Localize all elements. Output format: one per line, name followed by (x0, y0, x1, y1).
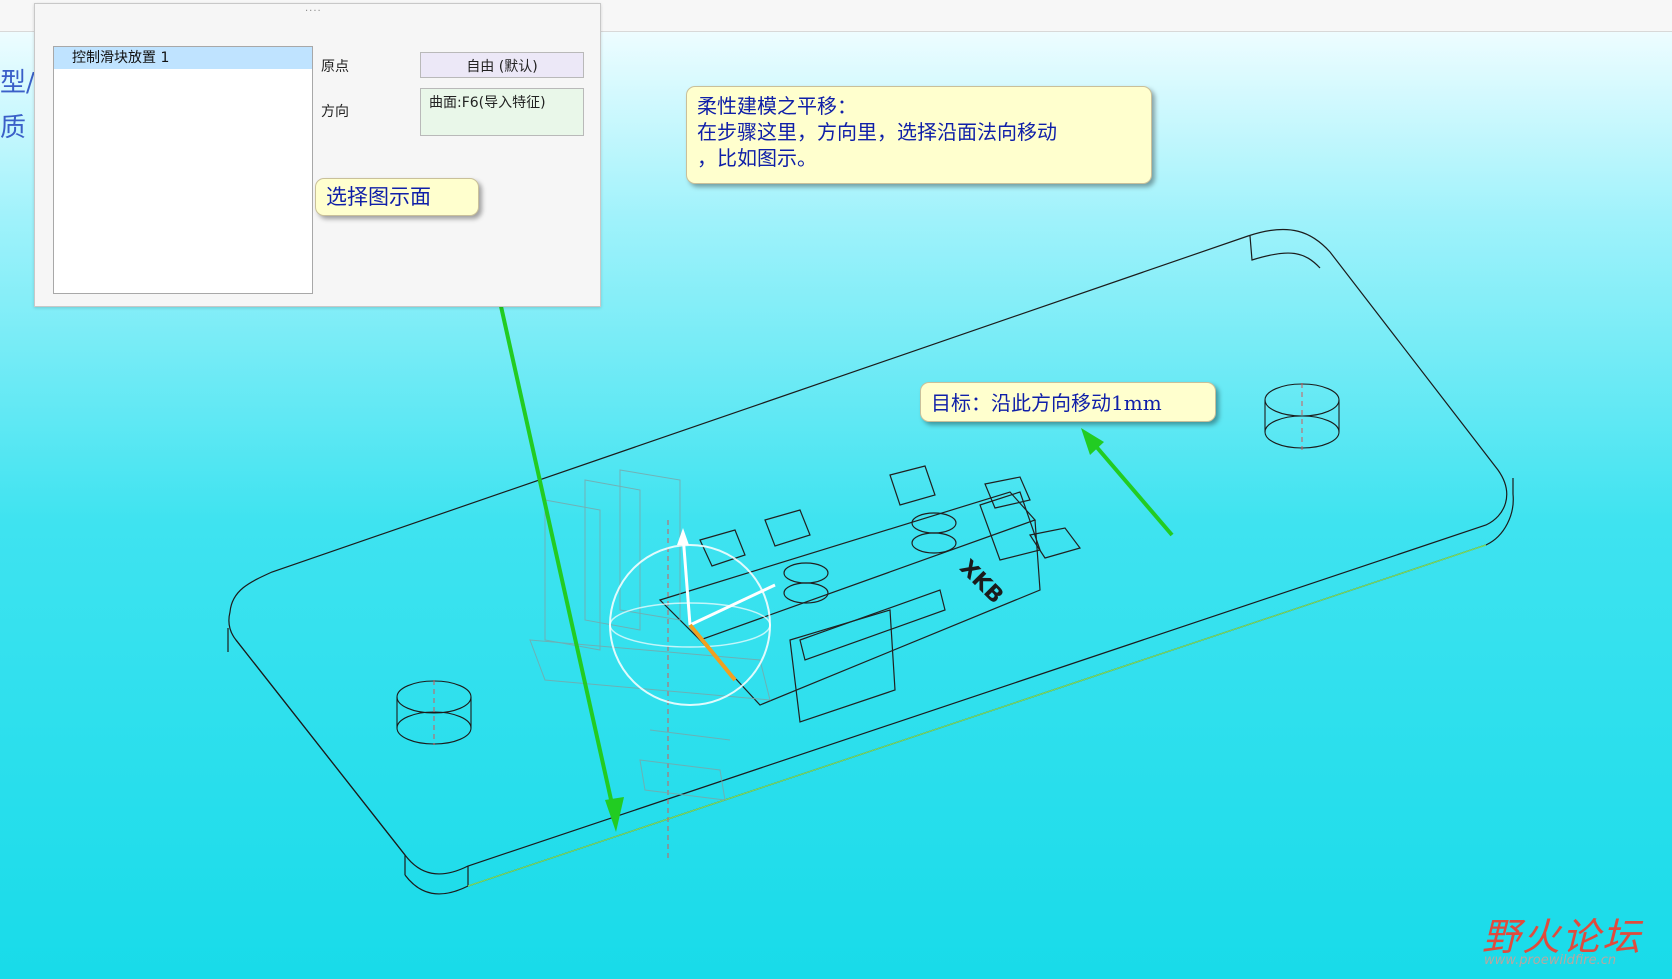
arrow-target (1086, 435, 1174, 537)
base-plate (227, 228, 1514, 895)
placement-list[interactable]: 控制滑块放置 1 (53, 46, 313, 294)
panel-grip-handle[interactable]: ···· (305, 6, 322, 17)
switch-component (658, 465, 1082, 723)
list-item[interactable]: 控制滑块放置 1 (54, 47, 312, 69)
callout-body-line1: 在步骤这里，方向里，选择沿面法向移动 (697, 120, 1057, 144)
plate-front-edge-highlight (467, 544, 1487, 887)
direction-field[interactable]: 曲面:F6(导入特征) (420, 88, 584, 136)
drag-handle-widget[interactable] (609, 528, 776, 706)
move-dialog-panel: ···· 控制滑块放置 1 原点 自由 (默认) 方向 曲面:F6(导入特征) (34, 3, 601, 307)
origin-field[interactable]: 自由 (默认) (420, 52, 584, 78)
callout-select-face: 选择图示面 (315, 178, 479, 216)
direction-label: 方向 (321, 104, 349, 120)
callout-instructions: 柔性建模之平移： 在步骤这里，方向里，选择沿面法向移动 ，比如图示。 (686, 86, 1152, 184)
hole-axes (433, 383, 1303, 860)
callout-target: 目标：沿此方向移动1mm (920, 382, 1216, 422)
part-marking: XKB (954, 555, 1008, 609)
ghost-geometry (529, 469, 771, 801)
callout-body-line2: ，比如图示。 (697, 146, 817, 170)
watermark-url: www.proewildfire.cn (1484, 953, 1617, 968)
origin-label: 原点 (321, 59, 349, 75)
callout-title: 柔性建模之平移： (697, 94, 857, 118)
mounting-holes (396, 383, 1340, 745)
